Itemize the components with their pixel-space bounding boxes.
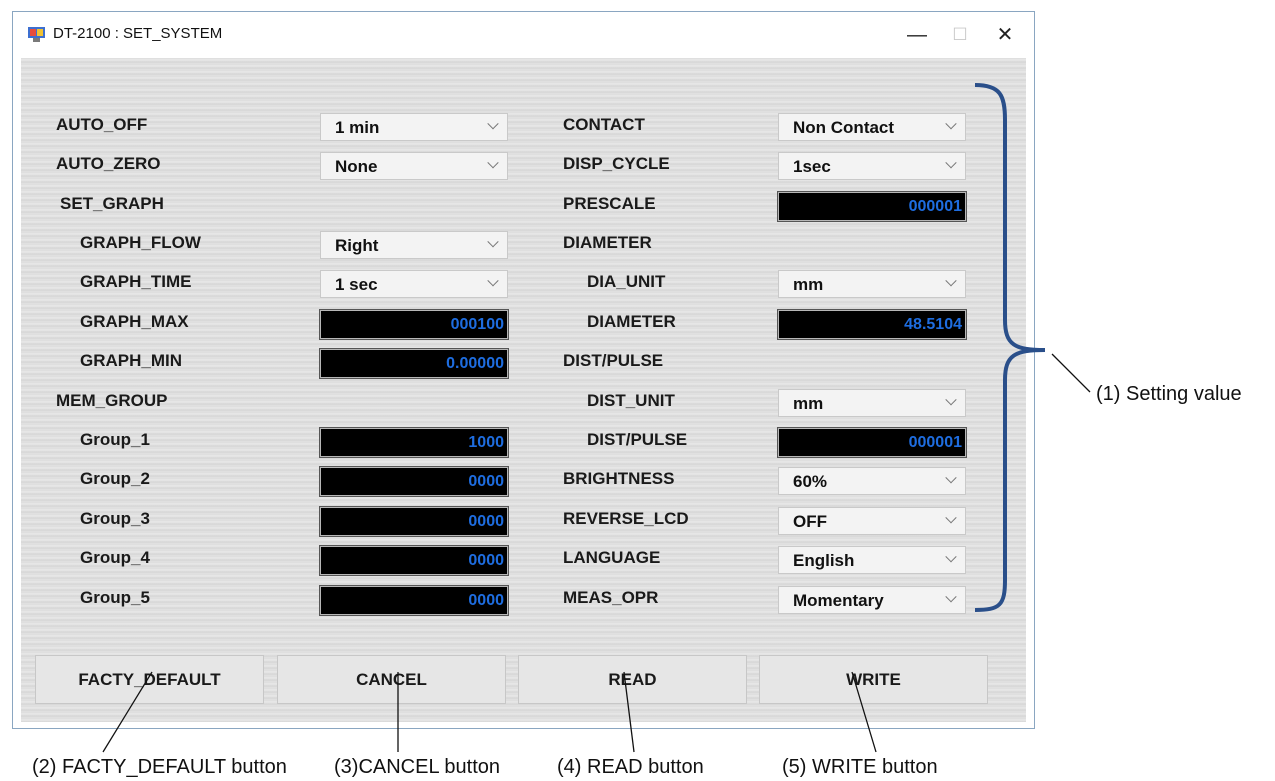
- write-leader: [851, 671, 877, 753]
- setting-value-leader: [1051, 353, 1091, 393]
- annotation-overlay: [102, 83, 1091, 753]
- facty-default-leader: [102, 671, 153, 753]
- read-leader: [623, 671, 635, 753]
- setting-value-bracket: [974, 83, 1046, 612]
- read-annotation: (4) READ button: [557, 756, 704, 778]
- cancel-annotation: (3)CANCEL button: [334, 756, 500, 778]
- write-annotation: (5) WRITE button: [782, 756, 938, 778]
- facty-default-annotation: (2) FACTY_DEFAULT button: [32, 756, 287, 778]
- setting-value-annotation: (1) Setting value: [1096, 383, 1242, 405]
